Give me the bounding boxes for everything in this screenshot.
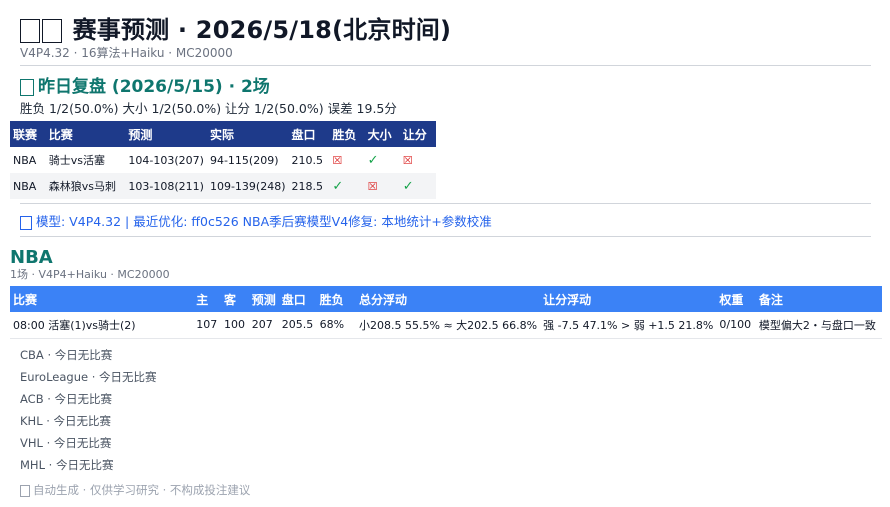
table-row: NBA 骑士vs活塞 104-103(207) 94-115(209) 210.… (10, 147, 436, 173)
cell-total-float: 小208.5 55.5% ≈ 大202.5 66.8% (356, 312, 541, 339)
page-subtitle: V4P4.32 · 16算法+Haiku · MC20000 (20, 46, 233, 60)
list-item: VHL · 今日无比赛 (20, 436, 112, 450)
empty-leagues-list: CBA · 今日无比赛 EuroLeague · 今日无比赛 ACB · 今日无… (20, 344, 157, 476)
league-subtitle: 1场 · V4P4+Haiku · MC20000 (10, 268, 170, 281)
col-pred: 预测 (125, 121, 207, 147)
cell-wl: ☒ (329, 147, 364, 173)
divider (20, 236, 871, 237)
games-table-header: 比赛 主 客 预测 盘口 胜负 总分浮动 让分浮动 权重 备注 (10, 286, 882, 312)
list-item: MHL · 今日无比赛 (20, 458, 114, 472)
col-away: 客 (220, 286, 249, 312)
col-match: 比赛 (10, 286, 194, 312)
footer-note: 自动生成 · 仅供学习研究 · 不构成投注建议 (20, 482, 250, 498)
table-row: 08:00 活塞(1)vs骑士(2) 107 100 207 205.5 68%… (10, 312, 882, 339)
page-title: 赛事预测 · 2026/5/18(北京时间) (20, 14, 871, 46)
cross-box-icon: ☒ (332, 153, 343, 167)
cell-match: 骑士vs活塞 (48, 154, 105, 167)
cell-away: 100 (220, 312, 249, 339)
list-item: ACB · 今日无比赛 (20, 392, 113, 406)
missing-glyph-icon (20, 215, 32, 230)
cell-line: 210.5 (291, 153, 324, 167)
review-table: 联赛 比赛 预测 实际 盘口 胜负 大小 让分 NBA 骑士vs活塞 104-1… (10, 121, 436, 199)
page-header: 赛事预测 · 2026/5/18(北京时间) V4P4.32 · 16算法+Ha… (20, 14, 871, 60)
cell-spread: ☒ (400, 147, 436, 173)
cell-spread-float: 强 -7.5 47.1% > 弱 +1.5 21.8% (540, 312, 717, 339)
review-stats: 胜负 1/2(50.0%) 大小 1/2(50.0%) 让分 1/2(50.0%… (20, 101, 397, 116)
missing-glyph-icon (20, 78, 34, 96)
league-title: NBA (10, 247, 53, 268)
cell-league: NBA (13, 153, 37, 167)
cell-ou: ✓ (365, 147, 400, 173)
table-row: NBA 森林狼vs马刺 103-108(211) 109-139(248) 21… (10, 173, 436, 199)
cell-pred: 103-108(211) (125, 173, 207, 199)
cell-actual: 94-115(209) (209, 153, 279, 167)
col-line: 盘口 (288, 121, 330, 147)
list-item: CBA · 今日无比赛 (20, 348, 113, 362)
cross-box-icon: ☒ (367, 179, 378, 193)
col-actual: 实际 (206, 121, 289, 147)
cell-league: NBA (10, 173, 46, 199)
col-wl: 胜负 (329, 121, 365, 147)
cell-line: 218.5 (288, 173, 330, 199)
cell-note: 模型偏大2・与盘口一致 (755, 312, 882, 339)
cell-spread: ✓ (399, 173, 436, 199)
col-pred: 预测 (248, 286, 279, 312)
review-title: 昨日复盘 (2026/5/15) · 2场 (20, 76, 270, 98)
col-match: 比赛 (45, 121, 126, 147)
cell-actual: 109-139(248) (206, 173, 289, 199)
cell-pred: 104-103(207) (128, 153, 204, 167)
cell-win: 68% (316, 312, 357, 339)
missing-glyph-icon (42, 19, 62, 43)
cell-wl: ✓ (329, 173, 365, 199)
col-line: 盘口 (278, 286, 317, 312)
model-info-link[interactable]: 模型: V4P4.32 | 最近优化: ff0c526 NBA季后赛模型V4修复… (20, 213, 492, 231)
games-table: 比赛 主 客 预测 盘口 胜负 总分浮动 让分浮动 权重 备注 08:00 活塞… (10, 286, 882, 339)
list-item: KHL · 今日无比赛 (20, 414, 112, 428)
missing-glyph-icon (20, 19, 40, 43)
check-icon: ✓ (402, 178, 414, 194)
cell-match: 森林狼vs马刺 (45, 173, 126, 199)
col-note: 备注 (755, 286, 882, 312)
cell-match: 08:00 活塞(1)vs骑士(2) (10, 312, 194, 339)
divider (20, 203, 871, 204)
cell-ou: ☒ (364, 173, 400, 199)
col-weight: 权重 (716, 286, 756, 312)
missing-glyph-icon (20, 484, 30, 497)
cell-weight: 0/100 (716, 312, 756, 339)
cross-box-icon: ☒ (402, 153, 413, 167)
col-spread: 让分 (399, 121, 436, 147)
check-icon: ✓ (367, 152, 379, 168)
col-spread-float: 让分浮动 (540, 286, 717, 312)
col-league: 联赛 (10, 121, 46, 147)
col-ou: 大小 (364, 121, 400, 147)
divider (20, 65, 871, 66)
col-home: 主 (193, 286, 221, 312)
cell-pred: 207 (248, 312, 279, 339)
cell-line: 205.5 (278, 312, 317, 339)
list-item: EuroLeague · 今日无比赛 (20, 370, 157, 384)
col-total-float: 总分浮动 (356, 286, 541, 312)
review-table-header: 联赛 比赛 预测 实际 盘口 胜负 大小 让分 (10, 121, 436, 147)
col-win: 胜负 (316, 286, 357, 312)
cell-home: 107 (193, 312, 221, 339)
check-icon: ✓ (332, 178, 344, 194)
